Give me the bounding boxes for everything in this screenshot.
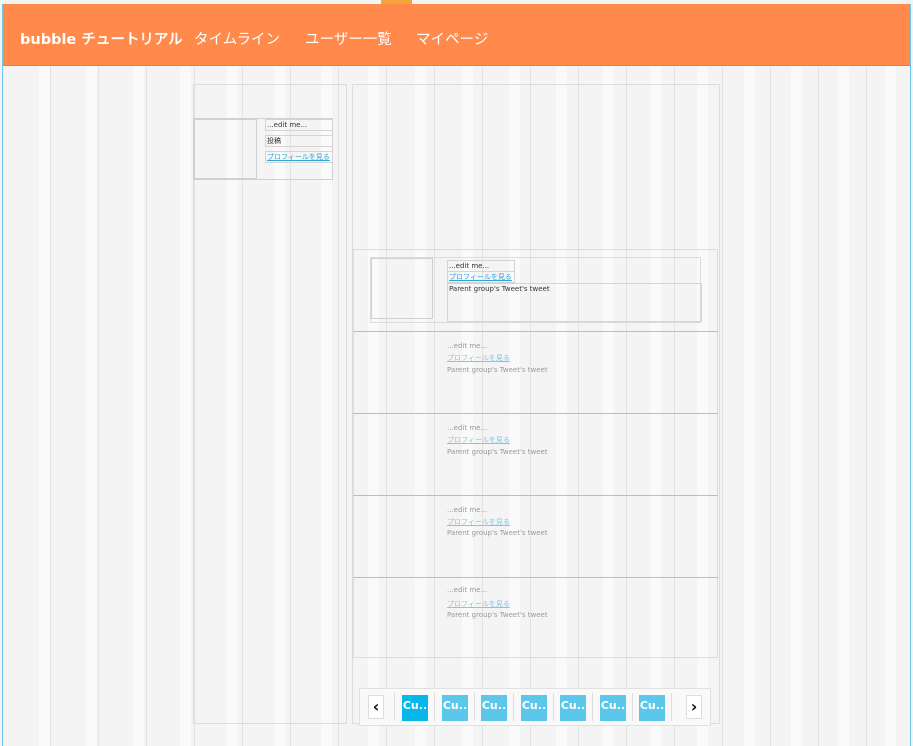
brand-title[interactable]: bubble チュートリアル [20,28,183,49]
username-text: ...edit me... [265,119,333,131]
page-button[interactable]: Cu.. [442,695,468,721]
nav-user-list[interactable]: ユーザー一覧 [305,28,392,49]
avatar [371,258,433,319]
separator [394,693,395,721]
editor-canvas: bubble チュートリアル タイムライン ユーザー一覧 マイページ ...ed… [2,4,911,746]
page-button[interactable]: Cu.. [639,695,665,721]
separator [553,693,554,721]
nav-my-page[interactable]: マイページ [416,28,488,49]
cell-divider [353,495,718,496]
timeline-item: ...edit me... プロフィールを見る Parent group's T… [370,257,702,323]
profile-link[interactable]: プロフィールを見る [447,517,510,527]
tweet-text: Parent group's Tweet's tweet [447,366,548,374]
next-page-button[interactable]: › [686,695,702,719]
separator [632,693,633,721]
profile-link[interactable]: プロフィールを見る [447,599,510,609]
page-button[interactable]: Cu.. [402,695,428,721]
sidebar-panel: ...edit me... 投稿 プロフィールを見る [193,84,347,724]
profile-link[interactable]: プロフィールを見る [447,271,515,283]
nav-timeline[interactable]: タイムライン [194,28,280,49]
profile-link[interactable]: プロフィールを見る [265,151,333,163]
profile-link[interactable]: プロフィールを見る [447,353,510,363]
pagination-bar: ‹ Cu.. Cu.. Cu.. Cu.. Cu.. Cu.. Cu.. › [359,688,711,726]
separator [474,693,475,721]
tweet-text: Parent group's Tweet's tweet [447,448,548,456]
tweet-text: Parent group's Tweet's tweet [447,529,548,537]
page-button[interactable]: Cu.. [521,695,547,721]
username-text: ...edit me... [447,424,488,432]
profile-link[interactable]: プロフィールを見る [447,435,510,445]
separator [434,693,435,721]
cell-divider [353,413,718,414]
username-text: ...edit me... [447,342,488,350]
separator [671,693,672,721]
cell-divider [353,331,718,332]
page-button[interactable]: Cu.. [600,695,626,721]
tweet-text: Parent group's Tweet's tweet [447,611,548,619]
avatar [194,119,257,179]
username-text: ...edit me... [447,586,488,594]
page-button[interactable]: Cu.. [481,695,507,721]
page-button[interactable]: Cu.. [560,695,586,721]
tweet-text: Parent group's Tweet's tweet [447,283,702,322]
prev-page-button[interactable]: ‹ [368,695,384,719]
username-text: ...edit me... [447,506,488,514]
post-button[interactable]: 投稿 [265,135,333,147]
cell-divider [353,577,718,578]
header-bar: bubble チュートリアル タイムライン ユーザー一覧 マイページ [3,4,910,66]
separator [513,693,514,721]
separator [592,693,593,721]
profile-card: ...edit me... 投稿 プロフィールを見る [193,118,333,180]
